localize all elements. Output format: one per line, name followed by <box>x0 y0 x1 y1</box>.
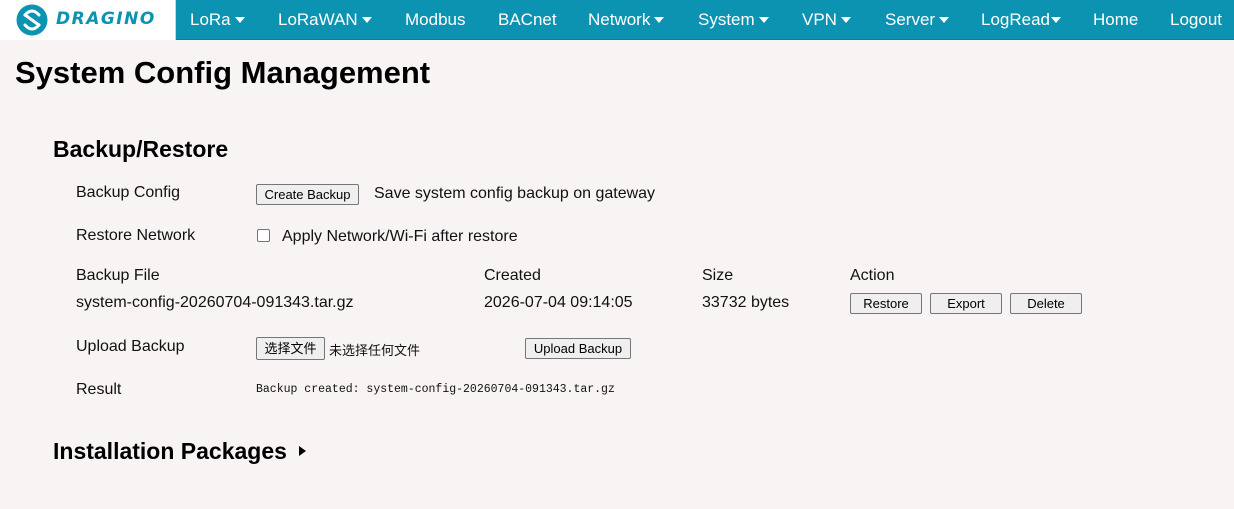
installation-packages-toggle[interactable]: Installation Packages <box>53 438 306 465</box>
backup-created-time: 2026-07-04 09:14:05 <box>484 294 633 311</box>
nav-label: LogRead <box>981 10 1051 29</box>
backup-config-description: Save system config backup on gateway <box>374 185 656 202</box>
create-backup-button[interactable]: Create Backup <box>256 184 359 205</box>
nav-label: Server <box>885 10 936 29</box>
nav-logout[interactable]: Logout <box>1170 0 1222 40</box>
table-header-size: Size <box>702 267 734 284</box>
nav-label: Network <box>588 10 651 29</box>
nav-lorawan[interactable]: LoRaWAN <box>278 0 372 40</box>
nav-label: Logout <box>1170 10 1222 29</box>
nav-vpn[interactable]: VPN <box>802 0 851 40</box>
nav-lora[interactable]: LoRa <box>190 0 245 40</box>
nav-home[interactable]: Home <box>1093 0 1138 40</box>
nav-label: System <box>698 10 755 29</box>
choose-file-button[interactable]: 选择文件 <box>256 337 325 360</box>
restore-network-label: Restore Network <box>76 227 196 244</box>
nav-logread[interactable]: LogRead <box>981 0 1062 40</box>
result-label: Result <box>76 381 122 398</box>
chevron-down-icon <box>654 17 665 23</box>
section-title-installation-packages: Installation Packages <box>53 438 287 464</box>
nav-label: LoRaWAN <box>278 10 358 29</box>
nav-label: Modbus <box>405 10 466 29</box>
chevron-down-icon <box>758 17 769 23</box>
dragino-logo-icon <box>16 4 48 36</box>
delete-button[interactable]: Delete <box>1010 293 1082 314</box>
export-button[interactable]: Export <box>930 293 1002 314</box>
expand-arrow-icon <box>298 446 306 456</box>
backup-file-size: 33732 bytes <box>702 294 790 311</box>
nav-label: VPN <box>802 10 837 29</box>
chevron-down-icon <box>234 17 245 23</box>
upload-backup-button[interactable]: Upload Backup <box>525 338 631 359</box>
no-file-selected-text: 未选择任何文件 <box>329 343 421 358</box>
nav-label: BACnet <box>498 10 557 29</box>
page-title: System Config Management <box>15 55 431 90</box>
top-nav-bar: DRAGINO LoRa LoRaWAN Modbus BACnet Netwo… <box>0 0 1234 40</box>
backup-file-name: system-config-20260704-091343.tar.gz <box>76 294 354 311</box>
nav-system[interactable]: System <box>698 0 769 40</box>
upload-backup-label: Upload Backup <box>76 338 185 355</box>
chevron-down-icon <box>840 17 851 23</box>
chevron-down-icon <box>361 17 372 23</box>
restore-button[interactable]: Restore <box>850 293 922 314</box>
table-header-created: Created <box>484 267 541 284</box>
nav-label: LoRa <box>190 10 231 29</box>
chevron-down-icon <box>1051 17 1062 23</box>
brand-logo[interactable]: DRAGINO <box>0 0 176 40</box>
chevron-down-icon <box>939 17 950 23</box>
nav-network[interactable]: Network <box>588 0 665 40</box>
backup-config-label: Backup Config <box>76 184 181 201</box>
logo-text: DRAGINO <box>56 9 156 29</box>
result-text: Backup created: system-config-20260704-0… <box>256 383 615 396</box>
apply-network-checkbox-label[interactable]: Apply Network/Wi-Fi after restore <box>282 228 518 246</box>
section-title-backup-restore: Backup/Restore <box>53 136 229 162</box>
nav-server[interactable]: Server <box>885 0 950 40</box>
nav-bacnet[interactable]: BACnet <box>498 0 557 40</box>
table-header-action: Action <box>850 267 895 284</box>
table-header-file: Backup File <box>76 267 160 284</box>
nav-modbus[interactable]: Modbus <box>405 0 465 40</box>
nav-label: Home <box>1093 10 1139 29</box>
apply-network-checkbox[interactable] <box>257 229 270 242</box>
